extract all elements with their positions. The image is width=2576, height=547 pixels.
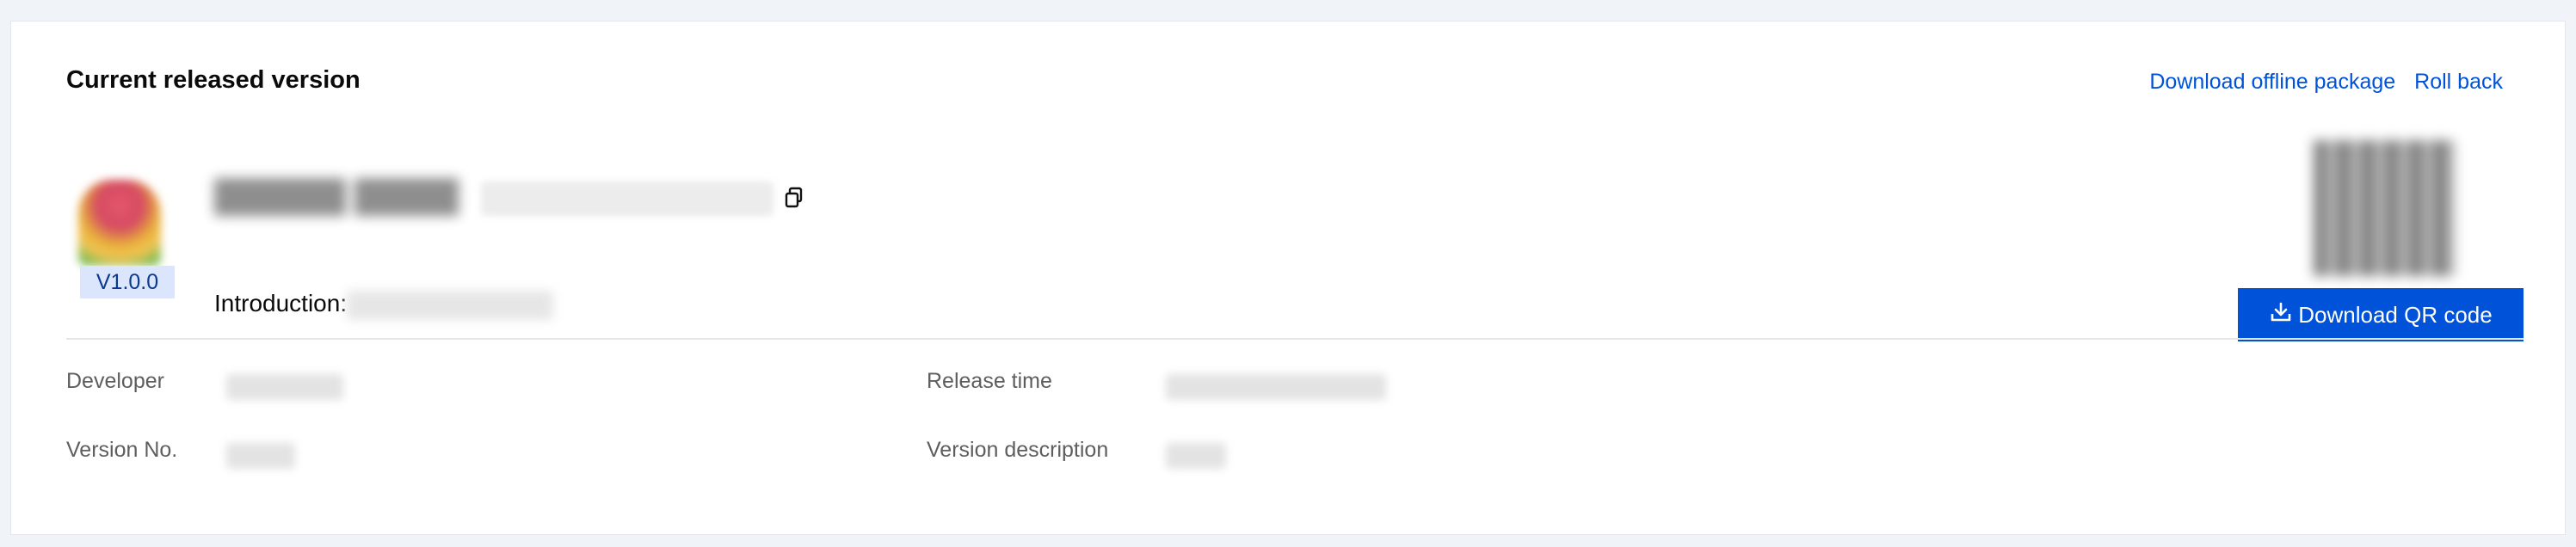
version-no-value-redacted [226,443,295,469]
version-description-label: Version description [927,438,1109,462]
roll-back-link[interactable]: Roll back [2414,70,2503,95]
version-no-label: Version No. [66,438,178,462]
introduction-value-redacted [347,290,554,320]
download-icon [2269,300,2293,330]
release-card: Current released version Download offlin… [10,21,2566,535]
version-description-value-redacted [1166,443,1226,469]
download-qr-code-button[interactable]: Download QR code [2238,288,2524,341]
qr-code-image [2314,140,2455,276]
download-offline-package-link[interactable]: Download offline package [2149,70,2395,95]
developer-value-redacted [226,374,343,400]
header-actions: Download offline package Roll back [2149,70,2503,95]
version-badge: V1.0.0 [80,266,175,298]
section-title: Current released version [66,66,361,94]
divider [66,338,2524,340]
release-time-label: Release time [927,369,1052,393]
developer-label: Developer [66,369,164,393]
introduction-label: Introduction: [214,290,348,317]
app-icon [70,154,173,266]
app-id-redacted [481,181,773,216]
app-name-redacted: ██████ ███████ [214,178,459,213]
release-time-value-redacted [1166,374,1386,400]
copy-icon[interactable] [784,187,804,209]
introduction: Introduction: [214,290,554,320]
download-qr-code-label: Download QR code [2298,301,2493,328]
